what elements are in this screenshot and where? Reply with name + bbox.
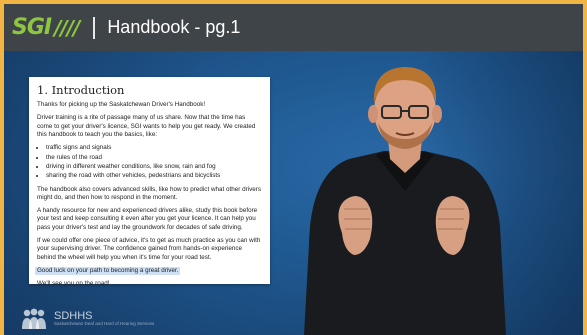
handbook-page: 1. Introduction Thanks for picking up th… [29, 77, 270, 287]
paragraph-3: A handy resource for new and experienced… [37, 207, 258, 231]
intro-text: Thanks for picking up the Saskatchewan D… [37, 101, 206, 109]
page-title: Handbook - pg.1 [107, 17, 241, 37]
paragraph-1: Driver training is a rite of passage man… [37, 114, 256, 139]
paragraph-2: The handbook also covers advanced skills… [37, 185, 262, 201]
list-item: traffic signs and signals [46, 144, 262, 152]
paragraph-4: If we could offer one piece of advice, i… [37, 237, 261, 261]
logo-mark: //// [54, 15, 80, 40]
title-bar: SGI //// Handbook - pg.1 [4, 4, 583, 51]
people-icon [22, 308, 46, 329]
org-subtitle: Saskatchewan Deaf and Hard of Hearing Se… [54, 321, 155, 327]
list-item: the rules of the road [46, 154, 262, 162]
logo-text: SGI [12, 15, 52, 40]
list-item: sharing the road with other vehicles, pe… [46, 172, 262, 180]
video-stage: 1. Introduction Thanks for picking up th… [4, 51, 583, 335]
org-label: SDHHS Saskatchewan Deaf and Hard of Hear… [54, 310, 155, 327]
title-divider [93, 16, 96, 39]
sgi-logo: SGI //// [12, 15, 80, 40]
highlighted-text: Good luck on your path to becoming a gre… [35, 266, 181, 276]
closing-text: We'll see you on the road! [37, 280, 110, 288]
video-frame: SGI //// Handbook - pg.1 1. Introduction… [4, 4, 583, 335]
footer-branding: SDHHS Saskatchewan Deaf and Hard of Hear… [4, 303, 324, 335]
topic-list: traffic signs and signals the rules of t… [37, 144, 262, 180]
list-item: driving in different weather conditions,… [46, 163, 262, 171]
section-heading: 1. Introduction [37, 83, 125, 97]
